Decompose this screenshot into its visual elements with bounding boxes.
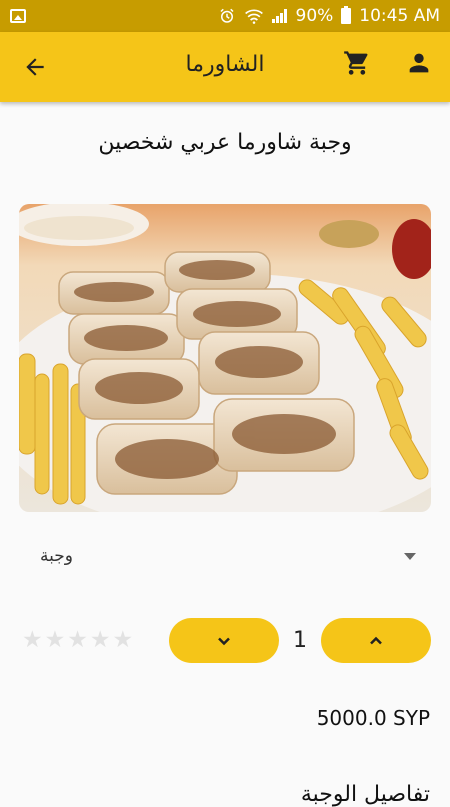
back-button[interactable] bbox=[20, 52, 50, 82]
star-icon[interactable]: ★ bbox=[67, 629, 88, 652]
option-selected: وجبة bbox=[40, 546, 73, 566]
star-icon[interactable]: ★ bbox=[113, 629, 134, 652]
star-icon[interactable]: ★ bbox=[45, 629, 66, 652]
account-button[interactable] bbox=[405, 49, 435, 79]
battery-icon bbox=[341, 6, 352, 24]
app-bar: الشاورما bbox=[0, 32, 450, 102]
person-icon bbox=[409, 53, 429, 73]
caret-down-icon bbox=[404, 553, 416, 560]
details-heading: تفاصيل الوجبة bbox=[300, 782, 430, 807]
food-illustration bbox=[19, 204, 431, 512]
battery-percent: 90% bbox=[295, 6, 334, 26]
signal-icon bbox=[271, 9, 288, 23]
cart-button[interactable] bbox=[343, 49, 373, 79]
quantity-value: 1 bbox=[293, 628, 307, 653]
star-icon[interactable]: ★ bbox=[90, 629, 111, 652]
image-icon bbox=[10, 9, 26, 23]
status-bar-right: 90% 10:45 AM bbox=[218, 6, 440, 26]
option-dropdown[interactable]: وجبة bbox=[30, 540, 422, 576]
status-bar: 90% 10:45 AM bbox=[0, 0, 450, 32]
chevron-down-icon bbox=[218, 637, 230, 645]
wifi-icon bbox=[244, 9, 263, 24]
alarm-icon bbox=[219, 8, 234, 23]
shawarma-meal-photo bbox=[19, 204, 431, 512]
price: 5000.0 SYP bbox=[316, 706, 430, 730]
product-title: وجبة شاورما عربي شخصين bbox=[98, 130, 352, 155]
page-title: الشاورما bbox=[185, 52, 265, 77]
increase-quantity-button[interactable] bbox=[321, 618, 431, 663]
arrow-back-icon bbox=[26, 58, 44, 76]
cart-icon bbox=[344, 51, 368, 75]
chevron-up-icon bbox=[370, 636, 382, 644]
decrease-quantity-button[interactable] bbox=[169, 618, 279, 663]
rating-stars[interactable]: ★ ★ ★ ★ ★ bbox=[22, 629, 133, 652]
star-icon[interactable]: ★ bbox=[22, 629, 43, 652]
clock: 10:45 AM bbox=[359, 6, 440, 26]
